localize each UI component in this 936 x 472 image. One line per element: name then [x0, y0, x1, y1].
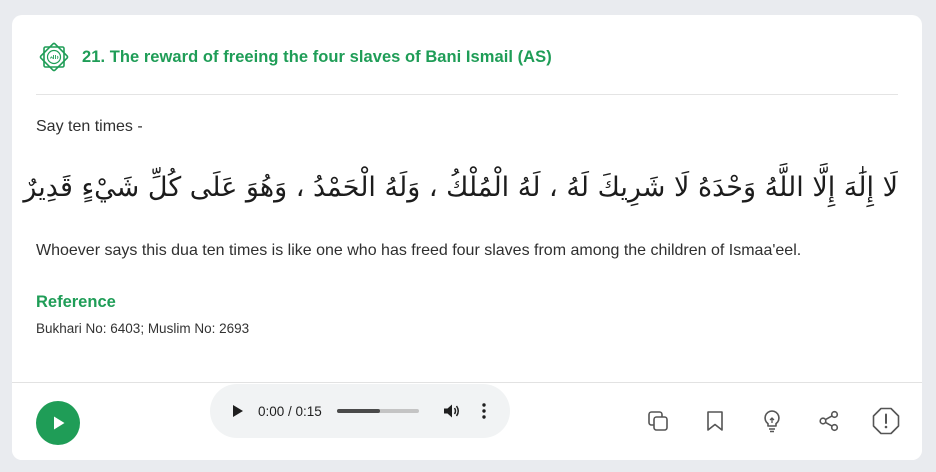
audio-time: 0:00 / 0:15 — [258, 403, 322, 419]
arabic-text: لَا إِلَٰهَ إِلَّا اللَّهُ وَحْدَهُ لَا … — [23, 172, 898, 203]
header-divider — [36, 94, 898, 95]
audio-play-button[interactable] — [230, 403, 246, 419]
share-button[interactable] — [815, 407, 843, 435]
bookmark-button[interactable] — [701, 407, 729, 435]
lightbulb-button[interactable] — [758, 407, 786, 435]
translation-text: Whoever says this dua ten times is like … — [36, 242, 802, 259]
action-bar — [615, 407, 900, 435]
play-button[interactable] — [36, 401, 80, 445]
lightbulb-icon — [764, 410, 780, 433]
copy-button[interactable] — [644, 407, 672, 435]
report-icon — [872, 407, 900, 435]
card-footer: 0:00 / 0:15 — [12, 382, 922, 460]
audio-progress-slider[interactable] — [336, 409, 419, 413]
audio-more-button[interactable] — [475, 402, 493, 420]
bookmark-icon — [707, 411, 723, 431]
reference-text: Bukhari No: 6403; Muslim No: 2693 — [36, 321, 250, 336]
reference-heading: Reference — [36, 293, 116, 311]
play-icon — [54, 416, 65, 430]
dua-title: 21. The reward of freeing the four slave… — [82, 47, 552, 66]
allah-emblem-icon — [39, 42, 69, 72]
report-button[interactable] — [872, 407, 900, 435]
more-vertical-icon — [482, 403, 486, 419]
dua-header: 21. The reward of freeing the four slave… — [36, 37, 898, 77]
audio-progress-fill — [336, 409, 381, 413]
copy-icon — [648, 411, 668, 431]
volume-icon — [443, 404, 459, 418]
volume-button[interactable] — [443, 402, 461, 420]
audio-player: 0:00 / 0:15 — [210, 384, 510, 438]
audio-play-icon — [233, 405, 243, 417]
share-icon — [819, 410, 839, 432]
dua-card: 21. The reward of freeing the four slave… — [12, 15, 922, 460]
dua-instruction: Say ten times - — [36, 118, 143, 135]
